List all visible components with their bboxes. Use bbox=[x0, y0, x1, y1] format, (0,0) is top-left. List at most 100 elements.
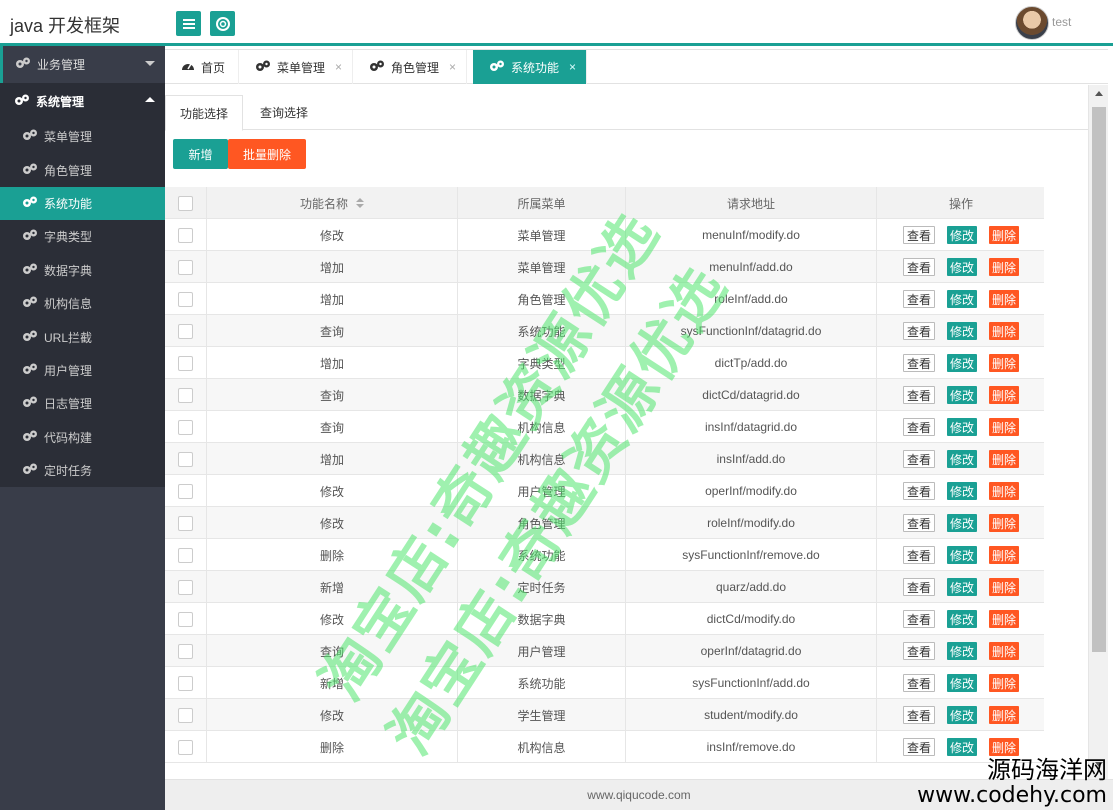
row-checkbox[interactable] bbox=[178, 355, 193, 371]
row-checkbox[interactable] bbox=[178, 515, 193, 531]
sidebar-item-dict-type[interactable]: 字典类型 bbox=[0, 220, 165, 253]
edit-button[interactable]: 修改 bbox=[946, 738, 977, 756]
table-row[interactable]: 修改 用户管理 operInf/modify.do 查看 修改 删除 bbox=[165, 475, 1044, 507]
table-row[interactable]: 查询 数据字典 dictCd/datagrid.do 查看 修改 删除 bbox=[165, 379, 1044, 411]
table-row[interactable]: 删除 系统功能 sysFunctionInf/remove.do 查看 修改 删除 bbox=[165, 539, 1044, 571]
row-checkbox[interactable] bbox=[178, 579, 193, 595]
row-checkbox[interactable] bbox=[178, 707, 193, 723]
view-button[interactable]: 查看 bbox=[902, 322, 935, 340]
table-row[interactable]: 修改 数据字典 dictCd/modify.do 查看 修改 删除 bbox=[165, 603, 1044, 635]
sidebar-item-dict-data[interactable]: 数据字典 bbox=[0, 254, 165, 287]
row-checkbox[interactable] bbox=[178, 451, 193, 467]
row-checkbox[interactable] bbox=[178, 739, 193, 755]
tab-menu-management[interactable]: 菜单管理 × bbox=[239, 50, 353, 84]
table-row[interactable]: 增加 字典类型 dictTp/add.do 查看 修改 删除 bbox=[165, 347, 1044, 379]
select-all-checkbox[interactable] bbox=[178, 195, 193, 211]
sidebar-item-user[interactable]: 用户管理 bbox=[0, 354, 165, 387]
view-button[interactable]: 查看 bbox=[902, 418, 935, 436]
vertical-scrollbar[interactable] bbox=[1088, 85, 1108, 779]
tab-role-management[interactable]: 角色管理 × bbox=[353, 50, 467, 84]
sort-icon[interactable] bbox=[356, 198, 364, 208]
row-checkbox[interactable] bbox=[178, 547, 193, 563]
delete-button[interactable]: 删除 bbox=[989, 226, 1020, 244]
user-avatar[interactable] bbox=[1015, 6, 1049, 40]
table-row[interactable]: 增加 机构信息 insInf/add.do 查看 修改 删除 bbox=[165, 443, 1044, 475]
delete-button[interactable]: 删除 bbox=[989, 450, 1020, 468]
sidebar-group-business[interactable]: 业务管理 bbox=[0, 46, 165, 83]
edit-button[interactable]: 修改 bbox=[946, 258, 977, 276]
edit-button[interactable]: 修改 bbox=[946, 418, 977, 436]
row-checkbox[interactable] bbox=[178, 483, 193, 499]
tab-function-select[interactable]: 功能选择 bbox=[165, 95, 243, 131]
edit-button[interactable]: 修改 bbox=[946, 482, 977, 500]
delete-button[interactable]: 删除 bbox=[989, 642, 1020, 660]
delete-button[interactable]: 删除 bbox=[989, 354, 1020, 372]
row-checkbox[interactable] bbox=[178, 611, 193, 627]
edit-button[interactable]: 修改 bbox=[946, 322, 977, 340]
edit-button[interactable]: 修改 bbox=[946, 514, 977, 532]
close-icon[interactable]: × bbox=[569, 60, 576, 74]
delete-button[interactable]: 删除 bbox=[989, 738, 1020, 756]
table-row[interactable]: 增加 菜单管理 menuInf/add.do 查看 修改 删除 bbox=[165, 251, 1044, 283]
sidebar-item-log[interactable]: 日志管理 bbox=[0, 387, 165, 420]
edit-button[interactable]: 修改 bbox=[946, 642, 977, 660]
close-icon[interactable]: × bbox=[449, 60, 456, 74]
edit-button[interactable]: 修改 bbox=[946, 706, 977, 724]
scroll-thumb[interactable] bbox=[1092, 107, 1106, 652]
row-checkbox[interactable] bbox=[178, 387, 193, 403]
sidebar-item-url-intercept[interactable]: URL拦截 bbox=[0, 320, 165, 353]
username-label[interactable]: test bbox=[1052, 15, 1071, 29]
view-button[interactable]: 查看 bbox=[902, 482, 935, 500]
sidebar-item-role[interactable]: 角色管理 bbox=[0, 153, 165, 186]
delete-button[interactable]: 删除 bbox=[989, 418, 1020, 436]
delete-button[interactable]: 删除 bbox=[989, 546, 1020, 564]
table-row[interactable]: 查询 用户管理 operInf/datagrid.do 查看 修改 删除 bbox=[165, 635, 1044, 667]
view-button[interactable]: 查看 bbox=[902, 674, 935, 692]
edit-button[interactable]: 修改 bbox=[946, 450, 977, 468]
row-checkbox[interactable] bbox=[178, 227, 193, 243]
view-button[interactable]: 查看 bbox=[902, 258, 935, 276]
edit-button[interactable]: 修改 bbox=[946, 610, 977, 628]
delete-button[interactable]: 删除 bbox=[989, 386, 1020, 404]
edit-button[interactable]: 修改 bbox=[946, 578, 977, 596]
column-header-name[interactable]: 功能名称 bbox=[207, 187, 458, 219]
sidebar-item-menu[interactable]: 菜单管理 bbox=[0, 120, 165, 153]
edit-button[interactable]: 修改 bbox=[946, 290, 977, 308]
view-button[interactable]: 查看 bbox=[902, 226, 935, 244]
view-button[interactable]: 查看 bbox=[902, 354, 935, 372]
sidebar-group-system[interactable]: 系统管理 bbox=[0, 83, 165, 120]
view-button[interactable]: 查看 bbox=[902, 706, 935, 724]
help-button[interactable] bbox=[210, 11, 235, 36]
batch-delete-button[interactable]: 批量删除 bbox=[228, 139, 306, 169]
view-button[interactable]: 查看 bbox=[902, 610, 935, 628]
delete-button[interactable]: 删除 bbox=[989, 482, 1020, 500]
delete-button[interactable]: 删除 bbox=[989, 258, 1020, 276]
edit-button[interactable]: 修改 bbox=[946, 674, 977, 692]
delete-button[interactable]: 删除 bbox=[989, 706, 1020, 724]
sidebar-item-org[interactable]: 机构信息 bbox=[0, 287, 165, 320]
delete-button[interactable]: 删除 bbox=[989, 578, 1020, 596]
view-button[interactable]: 查看 bbox=[902, 546, 935, 564]
add-button[interactable]: 新增 bbox=[173, 139, 228, 169]
edit-button[interactable]: 修改 bbox=[946, 386, 977, 404]
scroll-up-icon[interactable] bbox=[1095, 91, 1103, 96]
row-checkbox[interactable] bbox=[178, 643, 193, 659]
tab-query-select[interactable]: 查询选择 bbox=[243, 95, 325, 130]
table-row[interactable]: 增加 角色管理 roleInf/add.do 查看 修改 删除 bbox=[165, 283, 1044, 315]
delete-button[interactable]: 删除 bbox=[989, 674, 1020, 692]
table-row[interactable]: 修改 菜单管理 menuInf/modify.do 查看 修改 删除 bbox=[165, 219, 1044, 251]
delete-button[interactable]: 删除 bbox=[989, 290, 1020, 308]
delete-button[interactable]: 删除 bbox=[989, 322, 1020, 340]
row-checkbox[interactable] bbox=[178, 259, 193, 275]
row-checkbox[interactable] bbox=[178, 323, 193, 339]
sidebar-item-function[interactable]: 系统功能 bbox=[0, 186, 165, 221]
sidebar-item-schedule[interactable]: 定时任务 bbox=[0, 454, 165, 487]
close-icon[interactable]: × bbox=[335, 60, 342, 74]
row-checkbox[interactable] bbox=[178, 675, 193, 691]
tab-system-functions[interactable]: 系统功能 × bbox=[473, 50, 587, 84]
view-button[interactable]: 查看 bbox=[902, 450, 935, 468]
view-button[interactable]: 查看 bbox=[902, 290, 935, 308]
table-row[interactable]: 修改 角色管理 roleInf/modify.do 查看 修改 删除 bbox=[165, 507, 1044, 539]
view-button[interactable]: 查看 bbox=[902, 578, 935, 596]
table-row[interactable]: 新增 系统功能 sysFunctionInf/add.do 查看 修改 删除 bbox=[165, 667, 1044, 699]
